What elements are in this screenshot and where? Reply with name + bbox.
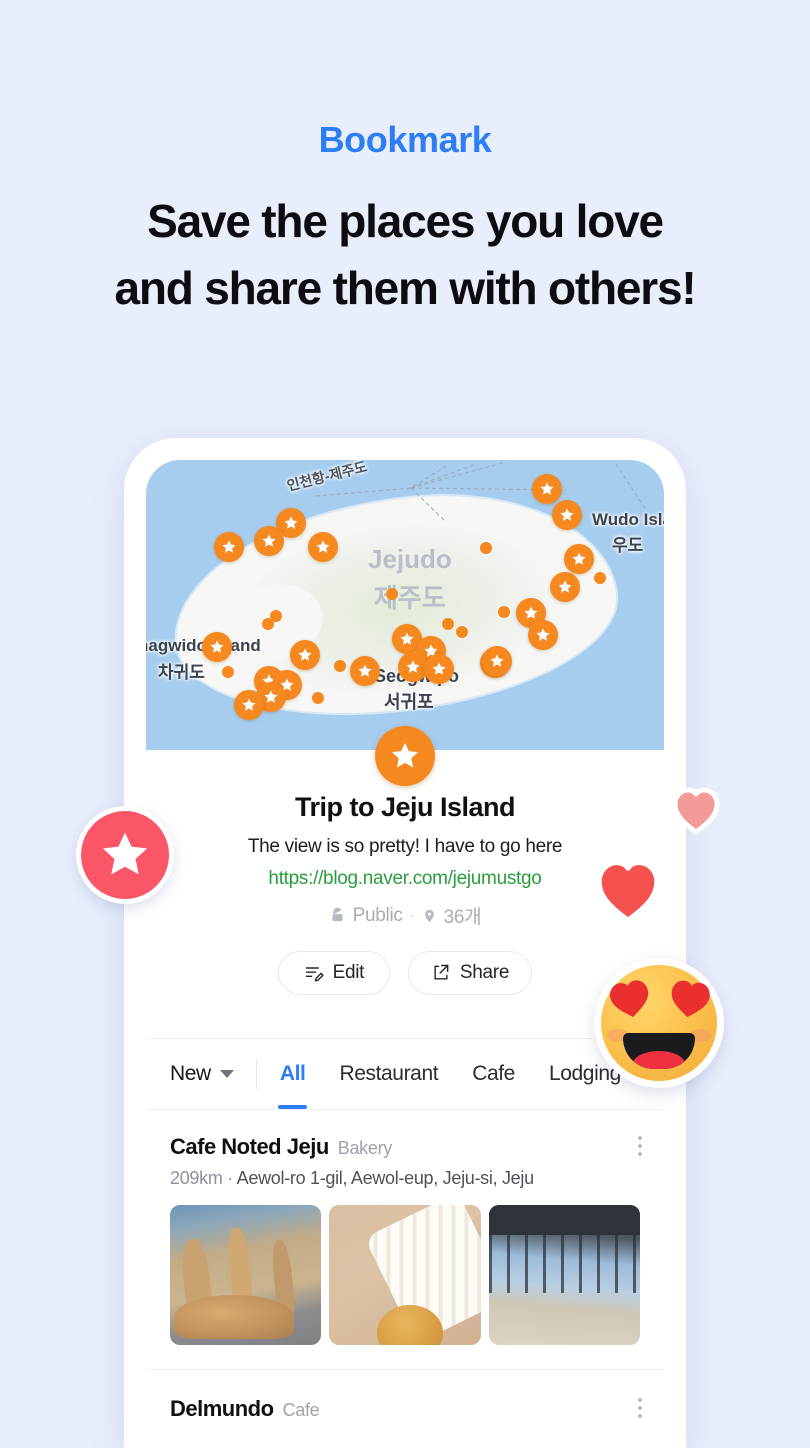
map-pin-dot[interactable] — [334, 660, 346, 672]
map-pin-dot[interactable] — [442, 618, 454, 630]
bookmark-link[interactable]: https://blog.naver.com/jejumustgo — [146, 868, 664, 890]
phone-mockup: 인천항-제주도 Jejudo 제주도 Seogwipo 서귀포 Wudo Isl… — [124, 438, 686, 1448]
map-pin-dot[interactable] — [456, 626, 468, 638]
map-pin-dot[interactable] — [498, 606, 510, 618]
map-pin-star[interactable] — [254, 526, 284, 556]
heart-sticker-light — [672, 787, 720, 835]
place-distance: 209km — [170, 1168, 223, 1188]
sort-dropdown-label: New — [170, 1062, 211, 1085]
filter-tabs-bar: New All Restaurant Cafe Lodging — [146, 1038, 664, 1110]
edit-pencil-icon — [305, 967, 324, 982]
edit-button[interactable]: Edit — [277, 951, 390, 995]
bookmark-description: The view is so pretty! I have to go here — [247, 836, 563, 857]
emoji-heart-eye-right — [671, 980, 710, 1018]
star-icon — [102, 832, 148, 875]
place-address: Aewol-ro 1-gil, Aewol-eup, Jeju-si, Jeju — [236, 1168, 534, 1188]
promo-headline: Save the places you love and share them … — [0, 188, 810, 321]
map-view[interactable]: 인천항-제주도 Jejudo 제주도 Seogwipo 서귀포 Wudo Isl… — [146, 460, 664, 750]
place-category: Cafe — [282, 1400, 320, 1420]
map-pin-dot[interactable] — [594, 572, 606, 584]
map-pin-star[interactable] — [214, 532, 244, 562]
map-pin-star[interactable] — [424, 654, 454, 684]
share-button[interactable]: Share — [407, 951, 533, 995]
place-name: Cafe Noted Jeju — [170, 1134, 329, 1159]
map-pin-dot[interactable] — [386, 588, 398, 600]
bookmark-title: Trip to Jeju Island — [294, 792, 516, 822]
map-pin-star[interactable] — [234, 690, 264, 720]
promo-header: Bookmark Save the places you love and sh… — [0, 0, 810, 321]
map-label-jejudo-kr: 제주도 — [374, 583, 446, 613]
tab-all[interactable]: All — [263, 1039, 323, 1109]
map-pin-dot[interactable] — [222, 666, 234, 678]
map-pin-star[interactable] — [528, 620, 558, 650]
map-pin-dot[interactable] — [312, 692, 324, 704]
visibility-label: Public — [352, 904, 403, 926]
share-button-label: Share — [459, 962, 510, 983]
map-pin-star[interactable] — [482, 646, 512, 676]
map-pin-star[interactable] — [290, 640, 320, 670]
selected-place-star-marker[interactable] — [375, 726, 435, 786]
sort-dropdown[interactable]: New — [146, 1062, 250, 1086]
tab-cafe[interactable]: Cafe — [455, 1039, 532, 1109]
promo-headline-line-1: Save the places you love — [147, 195, 664, 247]
map-pin-star[interactable] — [308, 532, 338, 562]
map-pin-dot[interactable] — [270, 610, 282, 622]
map-label-wudo-en: Wudo Isla — [592, 510, 664, 529]
meta-separator: · — [409, 906, 415, 924]
map-label-chagwido-kr: 차귀도 — [158, 663, 205, 682]
unlock-icon — [332, 907, 343, 922]
address-separator: · — [227, 1168, 233, 1188]
place-category: Bakery — [337, 1138, 393, 1158]
place-heading: Delmundo Cafe — [170, 1396, 640, 1422]
star-badge-sticker — [76, 806, 174, 904]
emoji-heart-eye-left — [610, 980, 649, 1017]
heart-sticker-red — [596, 859, 660, 924]
place-count-label: 36개 — [443, 907, 482, 928]
emoji-mouth — [623, 1033, 695, 1069]
place-photo-2[interactable] — [329, 1205, 481, 1345]
place-heading: Cafe Noted Jeju Bakery — [170, 1134, 640, 1160]
place-photo-1[interactable] — [170, 1205, 322, 1345]
bookmark-meta: Public · 36개 — [146, 902, 664, 929]
map-pin-star[interactable] — [350, 656, 380, 686]
promo-headline-line-2: and share them with others! — [114, 261, 696, 314]
map-label-wudo-kr: 우도 — [612, 536, 644, 555]
list-item[interactable]: Delmundo Cafe — [146, 1370, 664, 1422]
heart-eyes-emoji-sticker — [594, 958, 724, 1088]
place-name: Delmundo — [170, 1396, 274, 1421]
promo-eyebrow: Bookmark — [318, 119, 492, 160]
map-pin-icon — [424, 909, 434, 922]
kebab-menu-icon[interactable] — [637, 1136, 642, 1156]
map-pin-star[interactable] — [550, 572, 580, 602]
map-pin-dot[interactable] — [480, 542, 492, 554]
share-box-icon — [434, 964, 449, 980]
place-address-row: 209km · Aewol-ro 1-gil, Aewol-eup, Jeju-… — [170, 1168, 640, 1189]
bookmark-info-card: Trip to Jeju Island The view is so prett… — [146, 750, 664, 995]
emoji-face — [601, 965, 717, 1081]
map-pin-star[interactable] — [564, 544, 594, 574]
edit-button-label: Edit — [332, 962, 365, 983]
emoji-tongue — [633, 1051, 685, 1069]
list-item[interactable]: Cafe Noted Jeju Bakery 209km · Aewol-ro … — [146, 1108, 664, 1189]
place-list: Cafe Noted Jeju Bakery 209km · Aewol-ro … — [146, 1108, 664, 1422]
kebab-menu-icon[interactable] — [637, 1398, 642, 1418]
map-pin-star[interactable] — [532, 474, 562, 504]
chevron-down-icon — [219, 1070, 234, 1078]
map-pin-star[interactable] — [552, 500, 582, 530]
place-photo-strip — [146, 1205, 664, 1345]
place-photo-3[interactable] — [488, 1205, 640, 1345]
phone-screen: 인천항-제주도 Jejudo 제주도 Seogwipo 서귀포 Wudo Isl… — [146, 460, 664, 1448]
card-action-buttons: Edit Share — [146, 951, 664, 995]
map-pin-star[interactable] — [202, 632, 232, 662]
map-label-jejudo-en: Jejudo — [368, 544, 452, 574]
map-label-seogwipo-kr: 서귀포 — [384, 692, 434, 712]
tabs-divider — [255, 1059, 257, 1089]
tab-restaurant[interactable]: Restaurant — [322, 1039, 455, 1109]
